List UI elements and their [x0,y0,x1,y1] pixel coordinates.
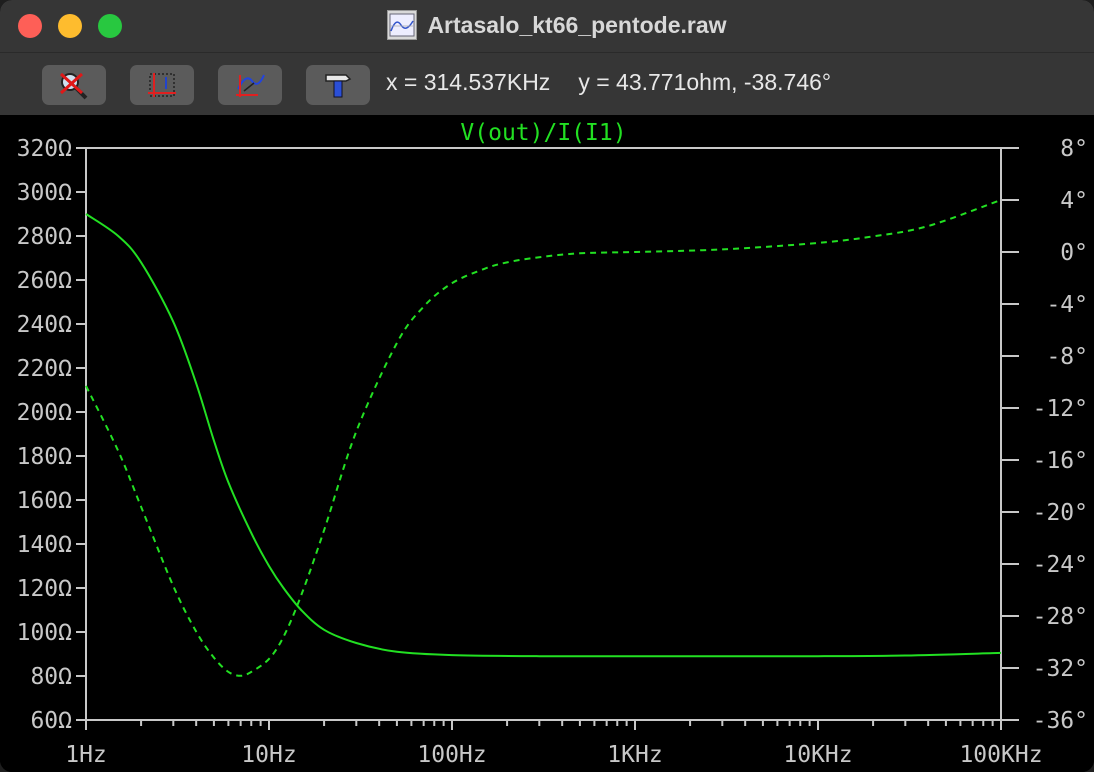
hammer-icon [325,74,352,98]
hammer-button[interactable] [306,65,370,105]
y-left-tick-label: 120Ω [17,576,73,602]
autorange-button[interactable] [130,65,194,105]
y-right-tick-label: -20° [1033,500,1088,526]
x-tick-label: 100KHz [959,742,1042,768]
waveform-file-icon [387,10,418,40]
readout-y: y = 43.771ohm, -38.746° [578,69,832,95]
y-right-tick-label: -8° [1046,344,1088,370]
y-right-tick-label: -24° [1033,552,1088,578]
y-left-tick-label: 100Ω [17,620,73,646]
phase-trace [85,199,1002,677]
x-tick-label: 1KHz [607,742,662,768]
y-right-tick-label: 0° [1060,240,1088,266]
y-right-tick-label: 8° [1060,136,1088,162]
y-right-tick-label: -16° [1033,448,1088,474]
readout-x: x = 314.537KHz [386,69,551,95]
y-left-tick-label: 300Ω [17,180,73,206]
y-left-tick-label: 60Ω [30,708,72,734]
y-left-tick-label: 280Ω [17,224,73,250]
y-right-tick-label: -4° [1046,292,1088,318]
pan-icon [236,74,265,97]
waveform-window: Artasalo_kt66_pentode.raw x = 314.537KHz… [0,0,1094,772]
y-left-tick-label: 180Ω [17,444,73,470]
impedance-chart[interactable]: V(out)/I(I1) 1Hz 10Hz 100Hz 1KHz 10KHz 100KHz 3… [0,116,1094,772]
window-title: Artasalo_kt66_pentode.raw [427,11,727,38]
y-left-tick-label: 160Ω [17,488,73,514]
y-right-tick-label: -36° [1033,708,1088,734]
zoom-cancel-icon [59,72,88,100]
zoom-cancel-button[interactable] [42,65,106,105]
x-tick-label: 10Hz [241,742,296,768]
y-left-tick-label: 200Ω [17,400,73,426]
toolbar: x = 314.537KHz y = 43.771ohm, -38.746° [0,53,1094,115]
y-left-tick-label: 140Ω [17,532,73,558]
x-tick-label: 10KHz [783,742,852,768]
plot-frame [85,147,1002,721]
cursor-readout: x = 314.537KHz y = 43.771ohm, -38.746° [386,69,859,96]
y-right-tick-label: 4° [1060,188,1088,214]
pan-button[interactable] [218,65,282,105]
y-left-tick-label: 80Ω [30,664,72,690]
y-left-tick-label: 220Ω [17,356,73,382]
magnitude-trace [85,213,1002,658]
x-tick-label: 100Hz [417,742,486,768]
plot-area[interactable]: V(out)/I(I1) 1Hz 10Hz 100Hz 1KHz 10KHz 100KHz 3… [0,116,1094,772]
title-bar: Artasalo_kt66_pentode.raw [0,0,1094,53]
x-tick-label: 1Hz [65,742,107,768]
y-left-tick-label: 240Ω [17,312,73,338]
chart-title: V(out)/I(I1) [460,120,626,146]
title-group: Artasalo_kt66_pentode.raw [0,8,1094,42]
y-left-tick-label: 320Ω [17,136,73,162]
y-right-tick-label: -28° [1033,604,1088,630]
y-right-tick-label: -32° [1033,656,1088,682]
y-right-tick-label: -12° [1033,396,1088,422]
y-left-tick-label: 260Ω [17,268,73,294]
autorange-icon [148,73,176,97]
